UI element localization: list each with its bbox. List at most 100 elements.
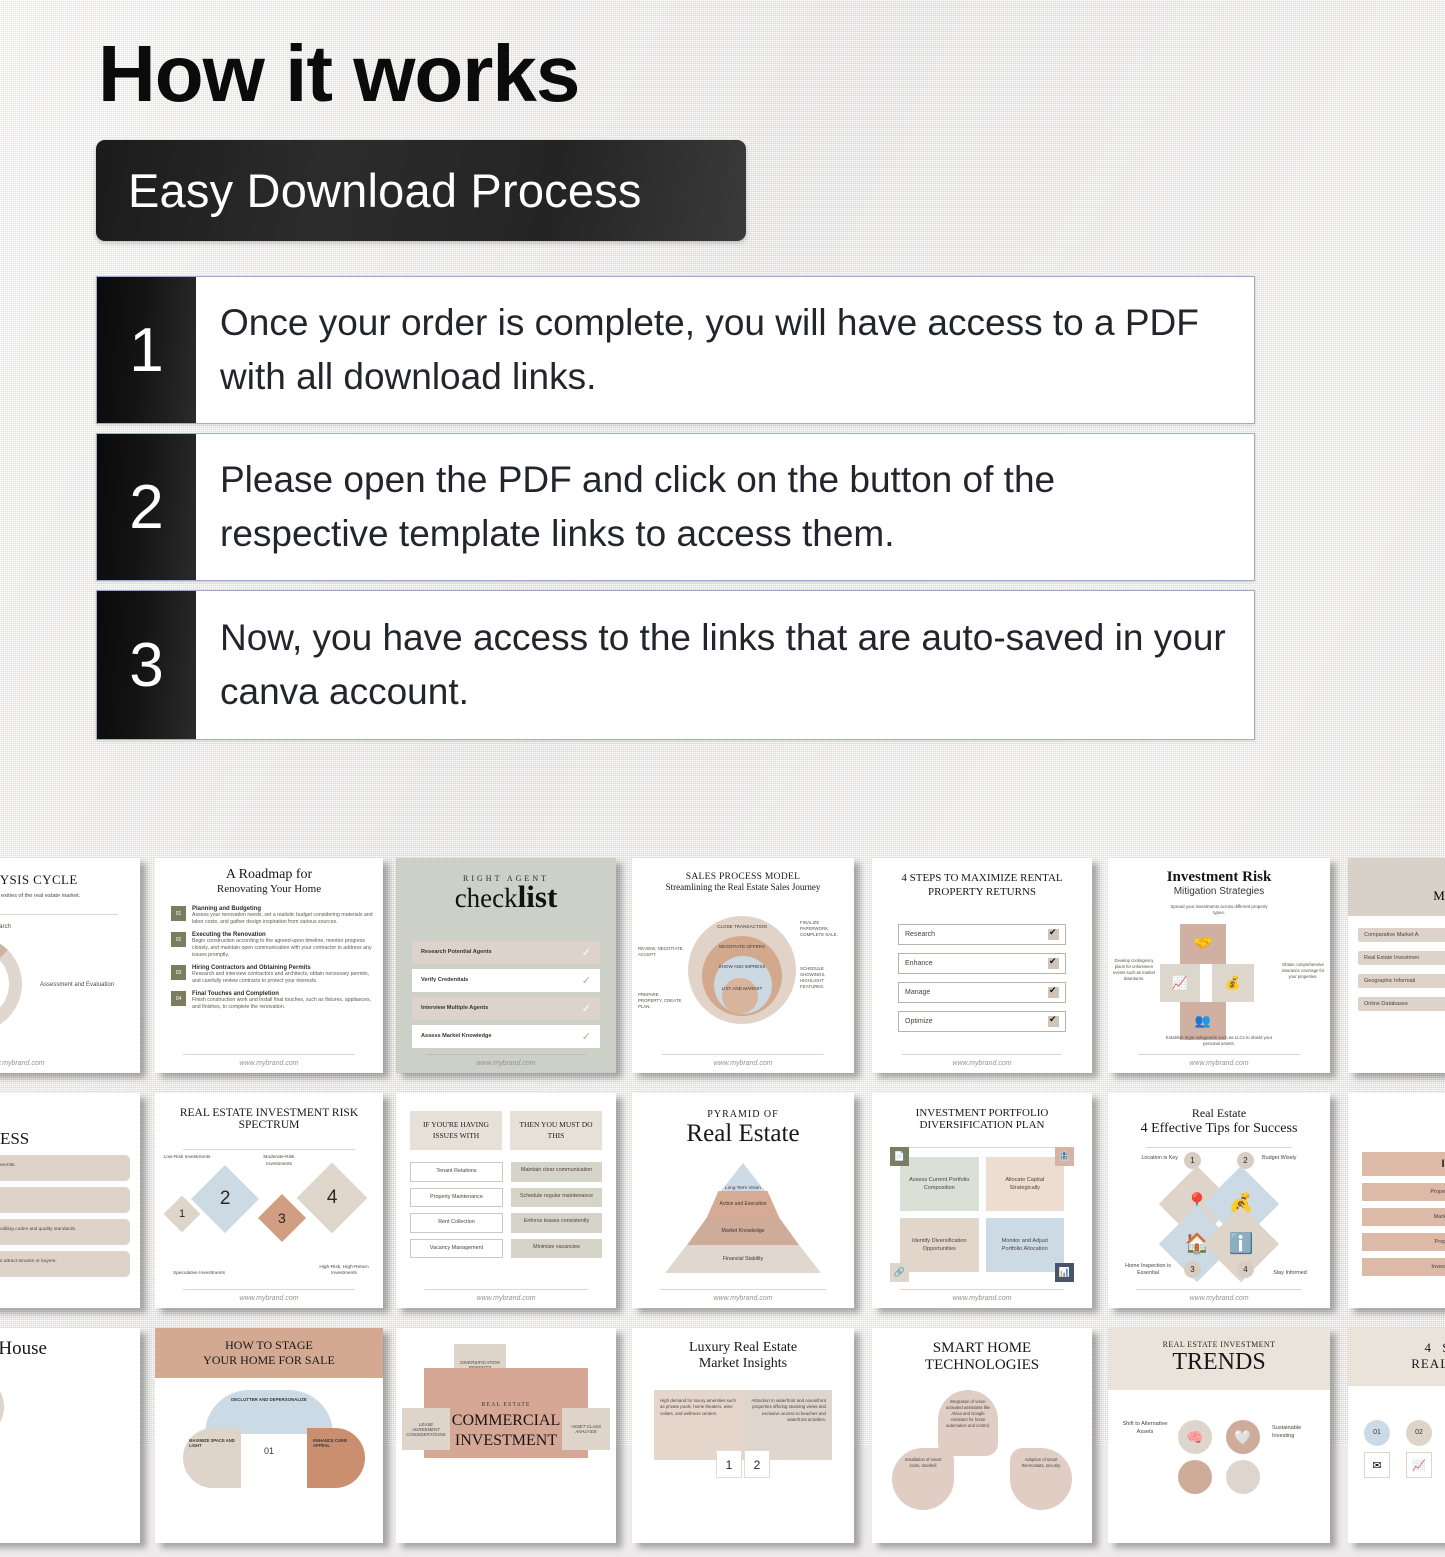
checkbox-icon[interactable] — [1048, 956, 1059, 969]
checklist-label: Interview Multiple Agents — [421, 1005, 489, 1012]
thumbnail-portfolio-diversification[interactable]: INVESTMENT PORTFOLIO DIVERSIFICATION PLA… — [872, 1093, 1092, 1308]
checklist-row[interactable]: Verify Credentials ✓ — [412, 968, 600, 992]
issue-cell: Vacancy Management — [410, 1238, 503, 1259]
thumbnail-agent-checklist[interactable]: RIGHT AGENT checklist Research Potential… — [396, 858, 616, 1073]
thumbnail-risk-spectrum[interactable]: REAL ESTATE INVESTMENT RISK SPECTRUM Low… — [155, 1093, 383, 1308]
step-text-1: Once your order is complete, you will ha… — [220, 301, 1199, 397]
thumb-brand: www. — [1348, 1295, 1445, 1302]
check-icon: ✓ — [581, 946, 591, 959]
divider — [902, 1054, 1062, 1055]
step-card-3: 3 Now, you have access to the links that… — [96, 590, 1255, 740]
checklist-row[interactable]: Interview Multiple Agents ✓ — [412, 996, 600, 1020]
step-number-2: 2 — [97, 434, 196, 580]
thumb-brand: www.mybrand.com — [713, 1060, 773, 1067]
diamond-num: 2 — [219, 1187, 231, 1209]
network-icon: 🔗 — [890, 1263, 909, 1282]
thumbnail-investment-risk[interactable]: Investment Risk Mitigation Strategies Sp… — [1108, 858, 1330, 1073]
list-item[interactable]: Comparative Market A — [1358, 928, 1445, 942]
thumb-title: Luxury Real Estate — [688, 1340, 798, 1355]
page-title: How it works — [98, 29, 580, 118]
thumbnail-investment-trends[interactable]: REAL ESTATE INVESTMENT TRENDS Shift to A… — [1108, 1328, 1330, 1543]
thumbnail-rental-returns[interactable]: 4 STEPS TO MAXIMIZE RENTAL PROPERTY RETU… — [872, 858, 1092, 1073]
thumb-title: HOW TO STAGE — [225, 1338, 313, 1352]
checkbox-row[interactable]: Research — [898, 923, 1066, 945]
issue-item[interactable]: Property Management — [1362, 1183, 1445, 1201]
issue-item[interactable]: Investment Decisions — [1362, 1258, 1445, 1276]
checklist-row[interactable]: Assess Market Knowledge ✓ — [412, 1024, 600, 1048]
checkbox-icon[interactable] — [1048, 985, 1059, 998]
thumb-title: A Roadmap for — [225, 867, 313, 882]
thumb-eyebrow: REAL ESTATE INVESTMENT — [1162, 1340, 1276, 1349]
step-badge: 04 — [171, 991, 186, 1007]
checkbox-icon[interactable] — [1048, 927, 1059, 940]
insight-num-2: 2 — [744, 1450, 770, 1478]
thumb-title: Inv — [1358, 872, 1445, 888]
issue-item[interactable]: Market Fluctuations — [1362, 1208, 1445, 1226]
issue-cell: Property Maintenance — [410, 1187, 503, 1208]
checkbox-label: Optimize — [905, 1017, 933, 1025]
quadrant-4: 📊 Monitor and Adjust Portfolio Allocatio… — [985, 1218, 1074, 1282]
petal-left: MAXIMIZE SPACE AND LIGHT — [183, 1428, 241, 1488]
thumb-subtitle: Market A — [1433, 888, 1445, 903]
list-item[interactable]: Real Estate Investmen — [1358, 951, 1445, 965]
column-header-action: THEN YOU MUST DO THIS — [510, 1111, 602, 1150]
ring-label-1: CLOSE TRANSACTION — [717, 924, 767, 929]
list-item[interactable]: Online Databases — [1358, 997, 1445, 1011]
action-cell: Maintain clear communication — [511, 1162, 602, 1182]
thumb-subtitle: nformed decision-making in navigating ex… — [0, 893, 81, 899]
check-icon: ✓ — [581, 974, 591, 987]
thumbnail-smart-home[interactable]: SMART HOME TECHNOLOGIES Integration of v… — [872, 1328, 1092, 1543]
thumbnail-issue-action-table[interactable]: IF YOU'RE HAVING ISSUES WITH THEN YOU MU… — [396, 1093, 616, 1308]
pyramid-layer-4: Financial Stability — [722, 1256, 764, 1262]
mail-icon: ✉ — [1364, 1452, 1390, 1478]
thumbnail-luxury-market-insights[interactable]: Luxury Real Estate Market Insights High … — [632, 1328, 854, 1543]
handshake-icon: 🤝 — [1193, 935, 1213, 952]
note-bottom: Establish legal safeguards such as LLCs … — [1165, 1034, 1273, 1046]
thumb-title: Real Es — [1348, 1107, 1445, 1130]
petal-right: Adoption of smart thermostats, security — [1010, 1448, 1072, 1510]
checkbox-row[interactable]: Manage — [898, 981, 1066, 1003]
thumbnail-market-analysis[interactable]: Inv Market A Comparative Market A Real E… — [1348, 858, 1445, 1073]
checkbox-row[interactable]: Optimize — [898, 1010, 1066, 1032]
divider — [1138, 1054, 1300, 1055]
action-cell: Enforce leases consistently — [511, 1213, 602, 1233]
quadrant-label: Assess Current Portfolio Composition — [909, 1176, 970, 1191]
checkbox-icon[interactable] — [1048, 1014, 1059, 1027]
petal-label-2: Installation of smart locks, doorbell — [904, 1457, 942, 1468]
list-item[interactable]: Geographic Informati — [1358, 974, 1445, 988]
petal-right: ENHANCE CURB APPEAL — [307, 1428, 365, 1488]
thumbnail-four-steps[interactable]: 4 S T E REAL ESTATE 01 02 ✉ 📈 — [1348, 1328, 1445, 1543]
thumbnail-sales-process-model[interactable]: SALES PROCESS MODEL Streamlining the Rea… — [632, 858, 854, 1073]
step-body: Begin construction according to the agre… — [192, 938, 372, 959]
subtitle-chip-label: Easy Download Process — [128, 164, 642, 217]
thumb-title: onduct Open House — [0, 1338, 47, 1359]
issue-item[interactable]: Property Showings — [1362, 1233, 1445, 1251]
thumbnail-effective-tips[interactable]: Real Estate 4 Effective Tips for Success… — [1108, 1093, 1330, 1308]
subtitle-chip: Easy Download Process — [96, 140, 746, 241]
thumb-brand: www.mybrand.com — [952, 1295, 1012, 1302]
thumb-eyebrow: PYRAMID OF — [707, 1109, 779, 1120]
thumbnail-analysis-cycle[interactable]: T ANALYSIS CYCLE nformed decision-making… — [0, 858, 140, 1073]
ring-label-2: NEGOTIATE OFFERS — [718, 944, 766, 949]
thumb-subtitle: SPECTRUM — [238, 1119, 300, 1131]
thumbnail-renovation-roadmap[interactable]: A Roadmap for Renovating Your Home 01 Pl… — [155, 858, 383, 1073]
divider — [1146, 1147, 1292, 1148]
checklist-row[interactable]: Research Potential Agents ✓ — [412, 940, 600, 964]
box-left: LEASE AGREEMENT CONSIDERATIONS — [402, 1408, 450, 1450]
thumbnail-development-process[interactable]: al Estate PMENT PROCESS al, financial pr… — [0, 1093, 140, 1308]
checkbox-row[interactable]: Enhance — [898, 952, 1066, 974]
thumbnail-commercial-investment[interactable]: DIVERSIFICATION BENEFITS REAL ESTATE COM… — [396, 1328, 616, 1543]
note-right: Obtain comprehensive insurance coverage … — [1281, 962, 1325, 979]
tip-label-3: Home Inspection is Essential — [1125, 1262, 1171, 1277]
thumbnail-open-house[interactable]: onduct Open House n and tion Effective A… — [0, 1328, 140, 1543]
thumbnail-real-estate-pyramid[interactable]: PYRAMID OF Real Estate Long-Term Vision … — [632, 1093, 854, 1308]
thumbnail-issue-list[interactable]: Real Es ISSUE Property Management Market… — [1348, 1093, 1445, 1308]
divider — [183, 1149, 355, 1150]
step-num-1: 01 — [1364, 1420, 1390, 1446]
thumbnail-home-staging[interactable]: HOW TO STAGE YOUR HOME FOR SALE DECLUTTE… — [155, 1328, 383, 1543]
node-label-4: High-Risk, High-Return Investments — [319, 1264, 369, 1277]
action-cell: Minimize vacancies — [511, 1238, 602, 1259]
cycle-diagram-icon — [0, 936, 22, 1032]
divider — [424, 1289, 588, 1290]
quadrant-label: Monitor and Adjust Portfolio Allocation — [1001, 1237, 1048, 1252]
